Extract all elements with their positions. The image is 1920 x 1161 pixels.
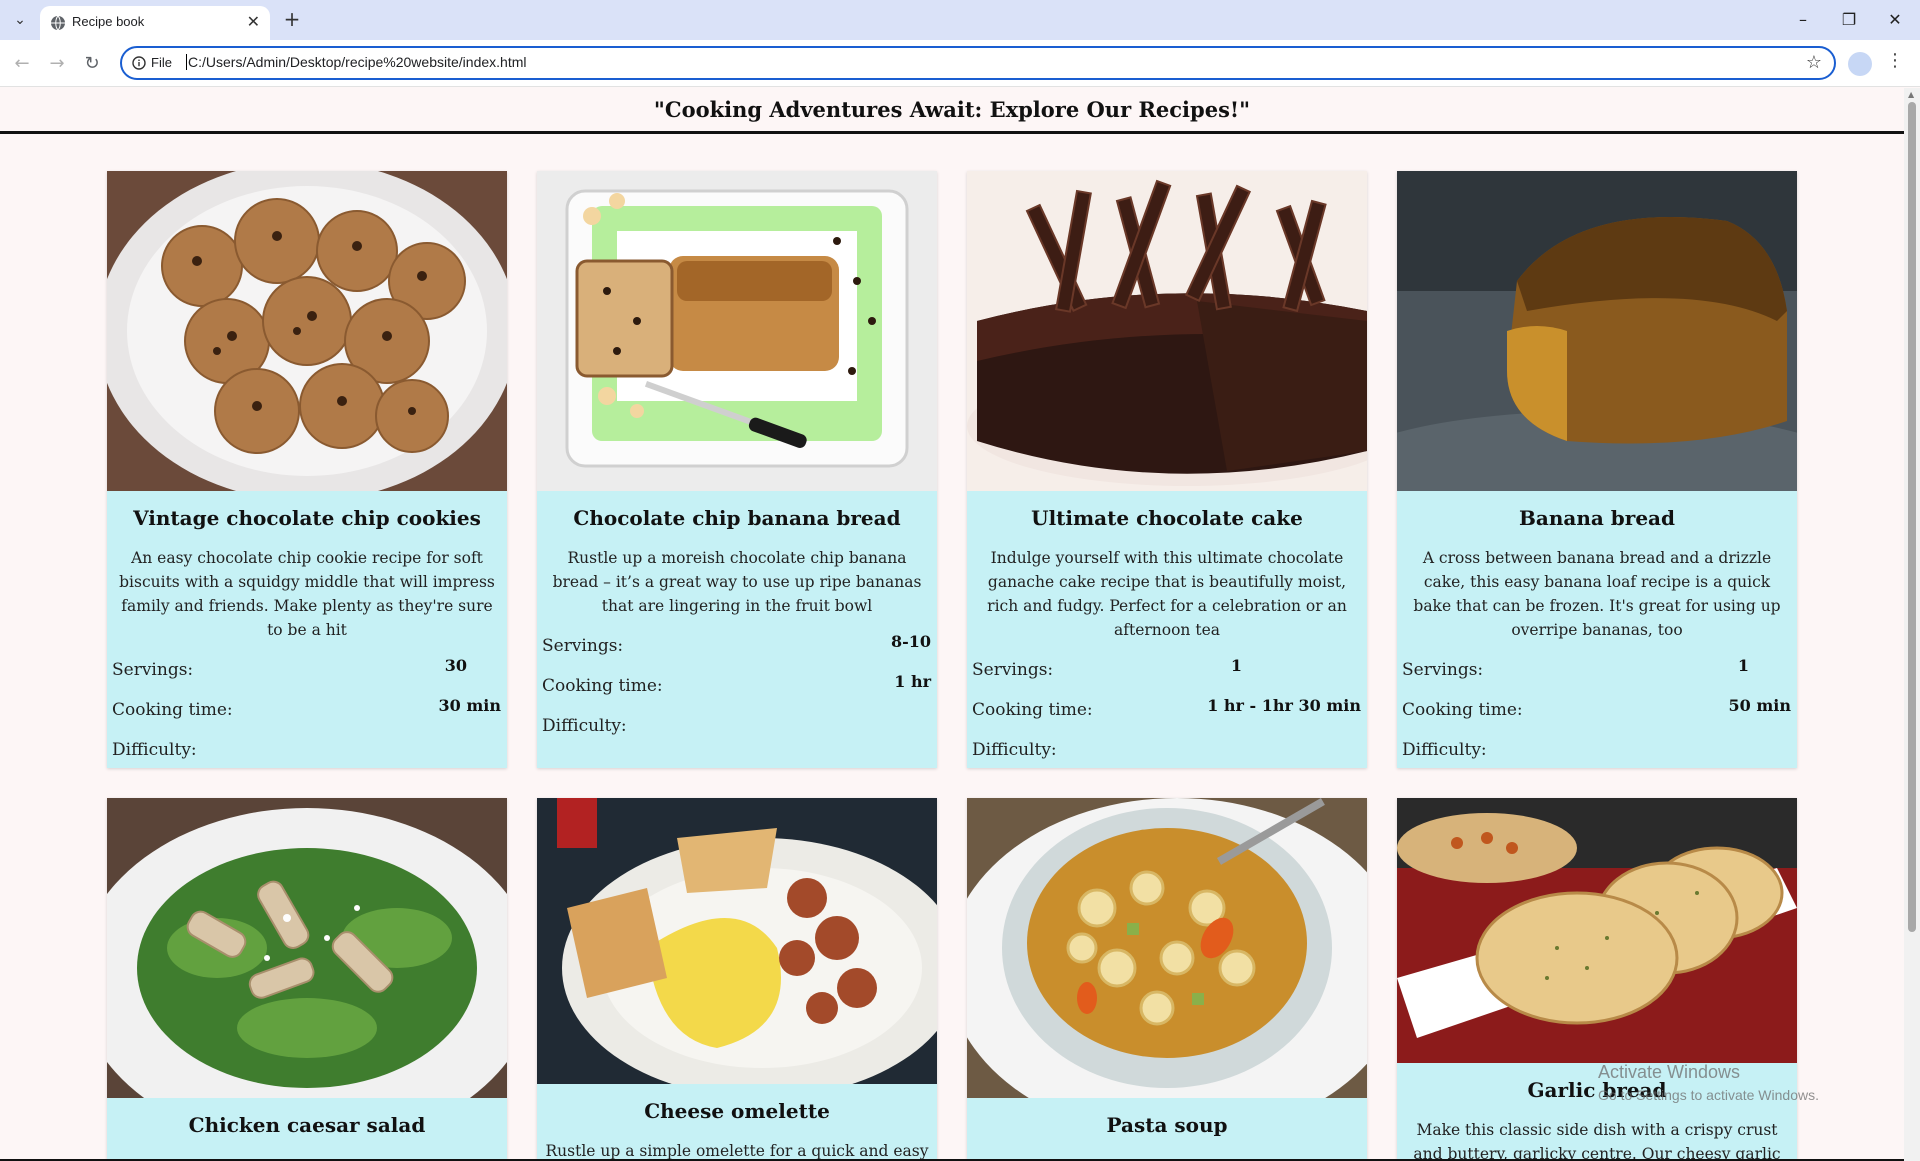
recipe-description: Make this classic side dish with a crisp…	[1413, 1121, 1781, 1161]
difficulty-label: Difficulty:	[972, 740, 1057, 760]
page-title: "Cooking Adventures Await: Explore Our R…	[653, 97, 1251, 122]
menu-kebab-icon[interactable]: ⋮	[1886, 50, 1904, 71]
servings-label: Servings:	[112, 660, 194, 680]
activate-windows-watermark: Activate Windows Go to Settings to activ…	[1598, 1062, 1819, 1103]
reload-icon[interactable]: ↻	[80, 52, 104, 76]
servings-label: Servings:	[1402, 660, 1484, 680]
forward-arrow-icon[interactable]: →	[45, 52, 69, 76]
banana-bread-image	[1397, 171, 1797, 491]
cooking-time-label: Cooking time:	[112, 700, 233, 720]
minimize-icon[interactable]: –	[1780, 6, 1826, 34]
watermark-line-2: Go to Settings to activate Windows.	[1598, 1087, 1819, 1103]
cooking-time-row: Cooking time: 30 min	[107, 692, 507, 732]
difficulty-label: Difficulty:	[542, 716, 627, 736]
url-value: C:/Users/Admin/Desktop/recipe%20website/…	[188, 54, 527, 70]
recipe-description: Rustle up a moreish chocolate chip banan…	[552, 549, 922, 615]
recipe-title: Vintage chocolate chip cookies	[133, 506, 481, 530]
difficulty-row: Difficulty:	[107, 732, 507, 768]
recipe-description: Rustle up a simple omelette for a quick …	[545, 1142, 929, 1160]
servings-row: Servings: 8-10	[537, 628, 937, 668]
caesar-salad-image	[107, 798, 507, 1098]
scroll-up-arrow-icon[interactable]: ▲	[1908, 90, 1914, 99]
difficulty-label: Difficulty:	[112, 740, 197, 760]
tab-recipe-book[interactable]: Recipe book ✕	[40, 6, 270, 40]
tab-bar: ⌄ Recipe book ✕ + – ❐ ✕	[0, 0, 1920, 40]
difficulty-row: Difficulty:	[967, 732, 1367, 768]
recipe-description: A cross between banana bread and a drizz…	[1413, 549, 1781, 639]
tab-title: Recipe book	[72, 14, 145, 29]
recipe-card[interactable]: Ultimate chocolate cake Indulge yourself…	[967, 171, 1367, 768]
page-viewport: "Cooking Adventures Await: Explore Our R…	[0, 88, 1904, 1161]
cooking-time-row: Cooking time: 1 hr	[537, 668, 937, 708]
tab-list-chevron-icon[interactable]: ⌄	[8, 9, 32, 31]
recipe-title: Banana bread	[1518, 506, 1675, 530]
cookies-image	[107, 171, 507, 491]
recipe-card[interactable]: Garlic bread Make this classic side dish…	[1397, 798, 1797, 1161]
globe-icon	[51, 15, 65, 31]
cooking-time-value: 1 hr - 1hr 30 min	[1207, 696, 1361, 715]
recipe-title: Ultimate chocolate cake	[1031, 506, 1303, 530]
recipe-card[interactable]: Cheese omelette Rustle up a simple omele…	[537, 798, 937, 1161]
servings-label: Servings:	[542, 636, 624, 656]
difficulty-label: Difficulty:	[1402, 740, 1487, 760]
recipe-title: Cheese omelette	[644, 1099, 830, 1123]
servings-row: Servings: 30	[107, 652, 507, 692]
recipe-card[interactable]: Pasta soup	[967, 798, 1367, 1161]
profile-avatar-icon[interactable]	[1848, 52, 1872, 76]
recipe-card[interactable]: Banana bread A cross between banana brea…	[1397, 171, 1797, 768]
omelette-image	[537, 798, 937, 1084]
tab-close-icon[interactable]: ✕	[247, 12, 260, 32]
cooking-time-row: Cooking time: 50 min	[1397, 692, 1797, 732]
recipe-title: Pasta soup	[1106, 1113, 1228, 1137]
url-text[interactable]: C:/Users/Admin/Desktop/recipe%20website/…	[186, 54, 526, 70]
close-window-icon[interactable]: ✕	[1872, 6, 1918, 34]
chocolate-banana-bread-image	[537, 171, 937, 491]
recipe-title: Chocolate chip banana bread	[573, 506, 901, 530]
servings-row: Servings: 1	[1397, 652, 1797, 692]
recipe-title: Chicken caesar salad	[188, 1113, 426, 1137]
cooking-time-label: Cooking time:	[542, 676, 663, 696]
chocolate-cake-image	[967, 171, 1367, 491]
address-bar[interactable]: File C:/Users/Admin/Desktop/recipe%20web…	[120, 46, 1836, 80]
difficulty-row: Difficulty:	[537, 708, 937, 748]
scheme-label: File	[151, 55, 172, 70]
servings-value: 8-10	[890, 632, 931, 651]
recipe-card[interactable]: Vintage chocolate chip cookies An easy c…	[107, 171, 507, 768]
recipe-card[interactable]: Chocolate chip banana bread Rustle up a …	[537, 171, 937, 768]
servings-value: 1	[1230, 656, 1242, 675]
difficulty-row: Difficulty:	[1397, 732, 1797, 768]
watermark-line-1: Activate Windows	[1598, 1062, 1741, 1082]
pasta-soup-image	[967, 798, 1367, 1098]
scrollbar-thumb[interactable]	[1908, 102, 1916, 932]
servings-label: Servings:	[972, 660, 1054, 680]
recipe-description: An easy chocolate chip cookie recipe for…	[119, 549, 495, 639]
site-header: "Cooking Adventures Await: Explore Our R…	[0, 88, 1904, 134]
restore-icon[interactable]: ❐	[1826, 6, 1872, 34]
new-tab-plus-icon[interactable]: +	[280, 8, 304, 30]
cooking-time-value: 50 min	[1728, 696, 1791, 715]
browser-toolbar: ← → ↻ File C:/Users/Admin/Desktop/recipe…	[0, 40, 1920, 87]
cooking-time-label: Cooking time:	[972, 700, 1093, 720]
servings-row: Servings: 1	[967, 652, 1367, 692]
servings-value: 30	[444, 656, 467, 675]
page-scrollbar[interactable]: ▲	[1904, 88, 1920, 1161]
garlic-bread-image	[1397, 798, 1797, 1063]
cooking-time-value: 30 min	[438, 696, 501, 715]
back-arrow-icon[interactable]: ←	[10, 52, 34, 76]
cooking-time-label: Cooking time:	[1402, 700, 1523, 720]
recipe-card[interactable]: Chicken caesar salad	[107, 798, 507, 1161]
recipe-description: Indulge yourself with this ultimate choc…	[987, 549, 1347, 639]
cooking-time-row: Cooking time: 1 hr - 1hr 30 min	[967, 692, 1367, 732]
info-icon[interactable]	[132, 56, 146, 70]
servings-value: 1	[1737, 656, 1749, 675]
cooking-time-value: 1 hr	[894, 672, 931, 691]
bookmark-star-icon[interactable]: ☆	[1806, 52, 1822, 73]
